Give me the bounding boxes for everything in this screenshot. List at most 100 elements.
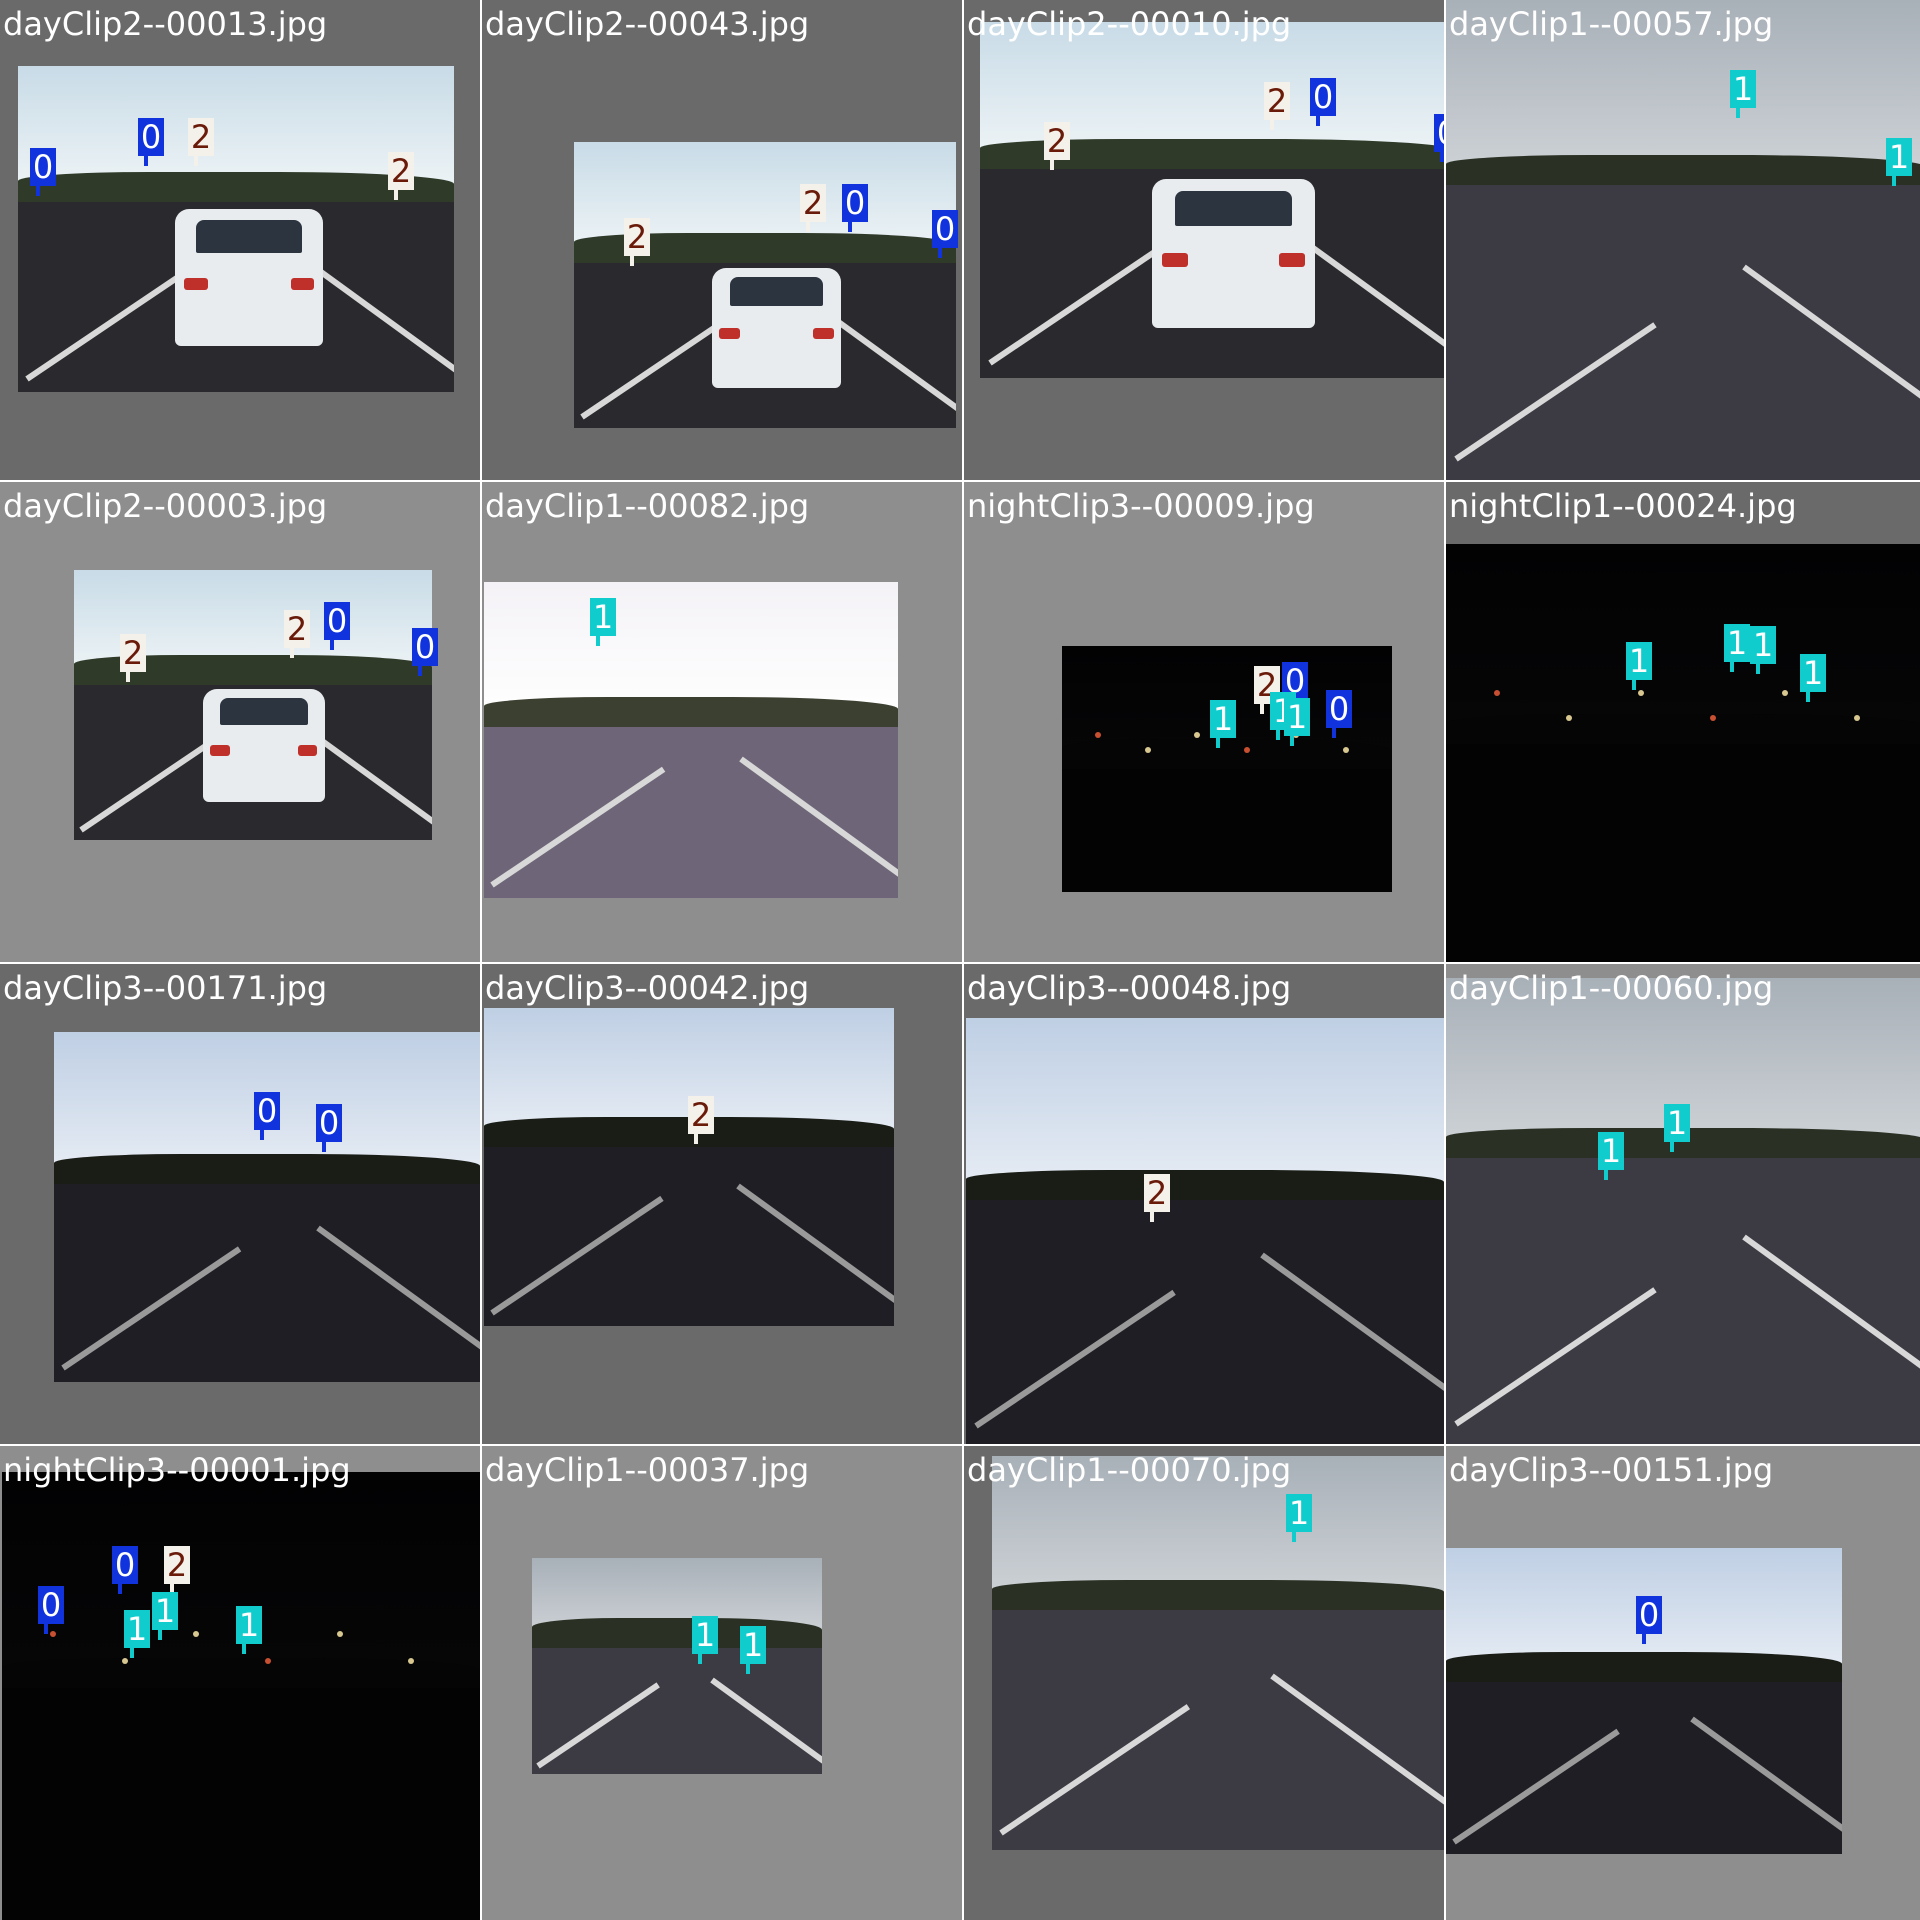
class-label-1: 1 [1210, 700, 1236, 748]
bbox-marker [158, 1630, 162, 1640]
car-rear [174, 209, 324, 347]
class-label-2: 2 [188, 118, 214, 166]
image-tile: dayClip3--00151.jpg 0 [1446, 1446, 1920, 1920]
bbox-marker [1292, 1532, 1296, 1542]
lane-marking [1260, 1252, 1444, 1413]
sky-region [966, 1018, 1444, 1189]
class-label-0: 0 [1310, 78, 1336, 126]
street-light [121, 1658, 128, 1665]
tree-line [966, 1170, 1444, 1201]
lane-marking [1453, 322, 1657, 462]
class-label-0: 0 [932, 210, 958, 258]
class-label-1: 1 [1626, 642, 1652, 690]
class-label-1: 1 [740, 1626, 766, 1674]
tree-line [1062, 738, 1392, 769]
photo-thumbnail [1446, 1548, 1842, 1854]
tree-line [1446, 1652, 1842, 1683]
tree-line [484, 696, 898, 727]
street-light [336, 1630, 343, 1637]
sky-region [2, 1472, 480, 1677]
photo-thumbnail [532, 1558, 822, 1774]
bbox-marker [1150, 1212, 1154, 1222]
bbox-marker [126, 672, 130, 682]
photo-thumbnail [54, 1032, 480, 1382]
photo-thumbnail [992, 1456, 1444, 1850]
image-tile: dayClip1--00037.jpg 1 1 [482, 1446, 962, 1920]
photo-thumbnail [1062, 646, 1392, 892]
class-label-2: 2 [624, 218, 650, 266]
bbox-marker [44, 1624, 48, 1634]
class-label-0: 0 [30, 148, 56, 196]
class-label-1: 1 [1750, 626, 1776, 674]
image-tile: nightClip1--00024.jpg 1 1 1 1 [1446, 482, 1920, 962]
tail-light [297, 745, 318, 756]
lane-marking [710, 1677, 822, 1774]
tree-line [1446, 154, 1920, 185]
bbox-marker [746, 1664, 750, 1674]
bbox-marker [118, 1584, 122, 1594]
lane-marking [1452, 1728, 1620, 1845]
class-label-2: 2 [800, 184, 826, 232]
photo-thumbnail [2, 1472, 480, 1920]
image-filename: nightClip3--00009.jpg [967, 487, 1315, 525]
bbox-marker [194, 156, 198, 166]
class-label-0: 0 [138, 118, 164, 166]
tail-light [1161, 253, 1188, 267]
lane-marking [1689, 1716, 1842, 1850]
bbox-marker [418, 666, 422, 676]
class-label-2: 2 [1264, 82, 1290, 130]
tail-light [290, 277, 315, 291]
class-label-0: 0 [254, 1092, 280, 1140]
bbox-marker [330, 640, 334, 650]
lane-marking [490, 1195, 664, 1316]
street-light [1342, 746, 1349, 753]
class-label-2: 2 [388, 152, 414, 200]
image-tile: dayClip2--00003.jpg 2 2 0 0 [0, 482, 480, 962]
lane-marking [536, 1682, 660, 1769]
bbox-marker [260, 1130, 264, 1140]
image-filename: nightClip1--00024.jpg [1449, 487, 1797, 525]
bbox-marker [1050, 160, 1054, 170]
photo-thumbnail [966, 1018, 1444, 1444]
class-label-1: 1 [590, 598, 616, 646]
class-label-1: 1 [1730, 70, 1756, 118]
photo-thumbnail [18, 66, 454, 392]
lane-marking [973, 1289, 1176, 1429]
bbox-marker [1604, 1170, 1608, 1180]
photo-thumbnail [1446, 978, 1920, 1444]
class-label-2: 2 [164, 1546, 190, 1594]
bbox-marker [1260, 704, 1264, 714]
lane-marking [1453, 1286, 1657, 1427]
class-label-1: 1 [692, 1616, 718, 1664]
class-label-1: 1 [236, 1606, 262, 1654]
tree-line [532, 1617, 822, 1648]
class-label-0: 0 [316, 1104, 342, 1152]
bbox-marker [394, 190, 398, 200]
image-tile: dayClip3--00042.jpg 2 [482, 964, 962, 1444]
class-label-1: 1 [1664, 1104, 1690, 1152]
image-filename: dayClip1--00037.jpg [485, 1451, 810, 1489]
bbox-marker [694, 1134, 698, 1144]
bbox-marker [848, 222, 852, 232]
image-tile: dayClip1--00057.jpg 1 1 [1446, 0, 1920, 480]
image-filename: dayClip2--00003.jpg [3, 487, 328, 525]
rear-window [1174, 190, 1292, 227]
class-label-2: 2 [688, 1096, 714, 1144]
photo-thumbnail [74, 570, 432, 840]
class-label-0: 0 [412, 628, 438, 676]
photo-thumbnail [484, 582, 898, 898]
lane-marking [1741, 1234, 1920, 1395]
image-tile: dayClip1--00070.jpg 1 [964, 1446, 1444, 1920]
class-label-1: 1 [1724, 624, 1750, 672]
image-filename: nightClip3--00001.jpg [3, 1451, 351, 1489]
class-label-2: 2 [1144, 1174, 1170, 1222]
mosaic-grid: dayClip2--00013.jpg 0 0 2 2 dayClip2--00043.j… [0, 0, 1920, 1920]
image-filename: dayClip2--00010.jpg [967, 5, 1292, 43]
bbox-marker [938, 248, 942, 258]
tail-light [210, 745, 230, 756]
class-label-0: 0 [1434, 114, 1444, 162]
lane-marking [736, 1183, 894, 1321]
lane-marking [60, 1245, 241, 1370]
image-filename: dayClip3--00042.jpg [485, 969, 810, 1007]
bbox-marker [1730, 662, 1734, 672]
